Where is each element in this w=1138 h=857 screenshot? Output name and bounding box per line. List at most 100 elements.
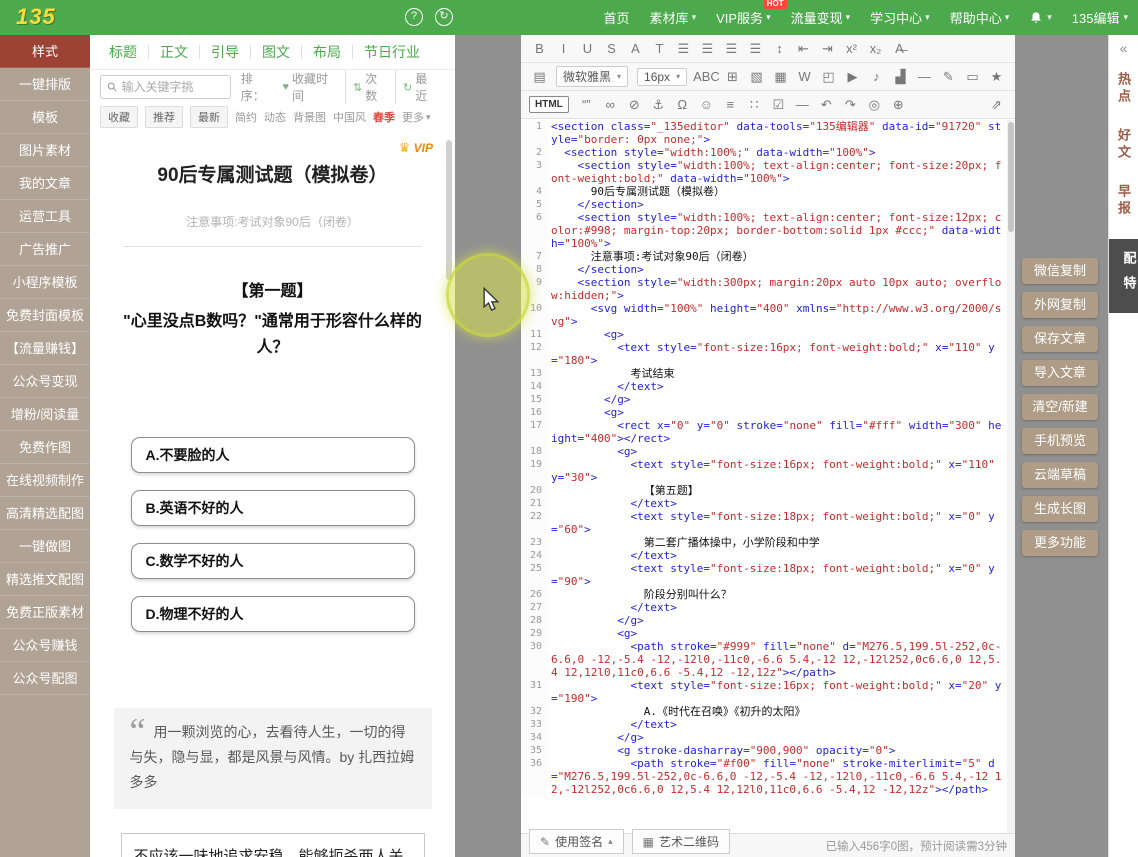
sidebar-item[interactable]: 免费作图 bbox=[0, 431, 90, 464]
audio-icon[interactable]: ♪ bbox=[866, 67, 887, 87]
panel-tab[interactable]: 节日行业 bbox=[353, 45, 431, 59]
code-line[interactable]: 12 <text style="font-size:16px; font-wei… bbox=[521, 341, 1015, 367]
new-page-icon[interactable]: ▤ bbox=[529, 67, 550, 87]
word-import-icon[interactable]: W bbox=[794, 67, 815, 87]
code-line[interactable]: 25 <text style="font-size:18px; font-wei… bbox=[521, 562, 1015, 588]
filter-tag[interactable]: 中国风 bbox=[333, 109, 366, 125]
action-button[interactable]: 云端草稿 bbox=[1022, 462, 1098, 488]
code-line[interactable]: 18 <g> bbox=[521, 445, 1015, 458]
image-icon[interactable]: ▧ bbox=[746, 67, 767, 87]
sidebar-item[interactable]: 增粉/阅读量 bbox=[0, 398, 90, 431]
font-size-select[interactable]: 16px ▾ bbox=[637, 68, 687, 86]
sort-option[interactable]: ↻ 最近 bbox=[395, 70, 445, 104]
sort-option[interactable]: ♥ 收藏时间 bbox=[275, 70, 345, 104]
sidebar-item[interactable]: 公众号赚钱 bbox=[0, 629, 90, 662]
code-line[interactable]: 31 <text style="font-size:16px; font-wei… bbox=[521, 679, 1015, 705]
dock-tab[interactable]: 好文 bbox=[1114, 128, 1133, 162]
code-line[interactable]: 36 <path stroke="#f00" fill="none" strok… bbox=[521, 757, 1015, 796]
underline-icon[interactable]: U bbox=[577, 39, 598, 59]
align-right-icon[interactable]: ☰ bbox=[721, 39, 742, 59]
notifications-button[interactable]: ▾ bbox=[1029, 11, 1052, 25]
filter-chip[interactable]: 推荐 bbox=[145, 106, 183, 128]
zoom-icon[interactable]: ⊕ bbox=[888, 95, 909, 115]
help-icon[interactable]: ? bbox=[405, 8, 423, 26]
code-line[interactable]: 8 </section> bbox=[521, 263, 1015, 276]
eraser-icon[interactable]: ▭ bbox=[962, 67, 983, 87]
nav-item[interactable]: 首页 bbox=[604, 8, 630, 27]
action-button[interactable]: 微信复制 bbox=[1022, 258, 1098, 284]
video-icon[interactable]: ▶ bbox=[842, 67, 863, 87]
unordered-list-icon[interactable]: ∷ bbox=[744, 95, 765, 115]
superscript-icon[interactable]: x² bbox=[841, 39, 862, 59]
align-justify-icon[interactable]: ☰ bbox=[745, 39, 766, 59]
code-line[interactable]: 28 </g> bbox=[521, 614, 1015, 627]
nav-item[interactable]: 学习中心 ▾ bbox=[870, 8, 930, 27]
code-line[interactable]: 10 <svg width="100%" height="400" xmlns=… bbox=[521, 302, 1015, 328]
nav-item[interactable]: 流量变现 ▾ bbox=[791, 8, 851, 27]
code-line[interactable]: 11 <g> bbox=[521, 328, 1015, 341]
code-editor[interactable]: 1<section class="_135editor" data-tools=… bbox=[521, 120, 1015, 833]
action-button[interactable]: 外网复制 bbox=[1022, 292, 1098, 318]
sidebar-item[interactable]: 【流量赚钱】 bbox=[0, 332, 90, 365]
sidebar-item[interactable]: 图片素材 bbox=[0, 134, 90, 167]
filter-chip[interactable]: 收藏 bbox=[100, 106, 138, 128]
action-button[interactable]: 更多功能 bbox=[1022, 530, 1098, 556]
code-line[interactable]: 35 <g stroke-dasharray="900,900" opacity… bbox=[521, 744, 1015, 757]
logo-135[interactable]: 135 bbox=[16, 4, 56, 30]
code-line[interactable]: 9 <section style="width:300px; margin:20… bbox=[521, 276, 1015, 302]
separator-line-icon[interactable]: ― bbox=[792, 95, 813, 115]
filter-tag[interactable]: 简约 bbox=[235, 109, 257, 125]
emoji-icon[interactable]: ☺ bbox=[696, 95, 717, 115]
chart-icon[interactable]: ▟ bbox=[890, 67, 911, 87]
code-line[interactable]: 27 </text> bbox=[521, 601, 1015, 614]
action-button[interactable]: 清空/新建 bbox=[1022, 394, 1098, 420]
code-line[interactable]: 17 <rect x="0" y="0" stroke="none" fill=… bbox=[521, 419, 1015, 445]
nav-item[interactable]: 帮助中心 ▾ bbox=[950, 8, 1010, 27]
more-filters-button[interactable]: 更多 ▾ bbox=[402, 109, 431, 125]
filter-tag-spring[interactable]: 春季 bbox=[373, 109, 395, 125]
unlink-icon[interactable]: ⊘ bbox=[624, 95, 645, 115]
filter-tag[interactable]: 背景图 bbox=[293, 109, 326, 125]
code-line[interactable]: 30 <path stroke="#999" fill="none" d="M2… bbox=[521, 640, 1015, 679]
blockquote-icon[interactable]: “” bbox=[576, 95, 597, 115]
scrollbar-thumb[interactable] bbox=[1008, 122, 1014, 232]
bold-icon[interactable]: B bbox=[529, 39, 550, 59]
code-line[interactable]: 20 【第五题】 bbox=[521, 484, 1015, 497]
art-qrcode-button[interactable]: ▦ 艺术二维码 bbox=[632, 829, 730, 854]
strikethrough-text-icon[interactable]: ABC bbox=[693, 67, 719, 87]
quiz-option[interactable]: A.不要脸的人 bbox=[131, 437, 415, 473]
code-line[interactable]: 26 阶段分别叫什么？ bbox=[521, 588, 1015, 601]
line-height-icon[interactable]: ↕ bbox=[769, 39, 790, 59]
code-line[interactable]: 14 </text> bbox=[521, 380, 1015, 393]
code-line[interactable]: 21 </text> bbox=[521, 497, 1015, 510]
nav-item[interactable]: VIP服务 ▾ HOT bbox=[716, 8, 771, 27]
sidebar-item[interactable]: 我的文章 bbox=[0, 167, 90, 200]
signature-button[interactable]: ✎ 使用签名 ▴ bbox=[529, 829, 624, 854]
sidebar-item[interactable]: 运营工具 bbox=[0, 200, 90, 233]
editor-scrollbar[interactable] bbox=[1007, 120, 1015, 833]
panel-tab[interactable]: 布局 bbox=[302, 45, 353, 59]
divider-icon[interactable]: — bbox=[914, 67, 935, 87]
code-line[interactable]: 1<section class="_135editor" data-tools=… bbox=[521, 120, 1015, 146]
sidebar-item[interactable]: 一键排版 bbox=[0, 68, 90, 101]
strikethrough-icon[interactable]: S bbox=[601, 39, 622, 59]
gallery-icon[interactable]: ▦ bbox=[770, 67, 791, 87]
search-box[interactable] bbox=[100, 75, 231, 99]
dock-tab[interactable]: 配特 bbox=[1109, 239, 1138, 313]
code-line[interactable]: 15 </g> bbox=[521, 393, 1015, 406]
quiz-option[interactable]: D.物理不好的人 bbox=[131, 596, 415, 632]
text-style-icon[interactable]: T bbox=[649, 39, 670, 59]
code-line[interactable]: 19 <text style="font-size:16px; font-wei… bbox=[521, 458, 1015, 484]
sidebar-item[interactable]: 公众号配图 bbox=[0, 662, 90, 695]
expand-icon[interactable]: ⇗ bbox=[986, 95, 1007, 115]
search-input[interactable] bbox=[122, 80, 224, 94]
checklist-icon[interactable]: ☑ bbox=[768, 95, 789, 115]
sidebar-item[interactable]: 公众号变现 bbox=[0, 365, 90, 398]
action-button[interactable]: 保存文章 bbox=[1022, 326, 1098, 352]
clear-format-icon[interactable]: A̶ bbox=[889, 39, 910, 59]
code-line[interactable]: 2 <section style="width:100%;" data-widt… bbox=[521, 146, 1015, 159]
code-line[interactable]: 16 <g> bbox=[521, 406, 1015, 419]
sidebar-item[interactable]: 精选推文配图 bbox=[0, 563, 90, 596]
refresh-icon[interactable]: ↻ bbox=[435, 8, 453, 26]
subscript-icon[interactable]: x₂ bbox=[865, 39, 886, 59]
